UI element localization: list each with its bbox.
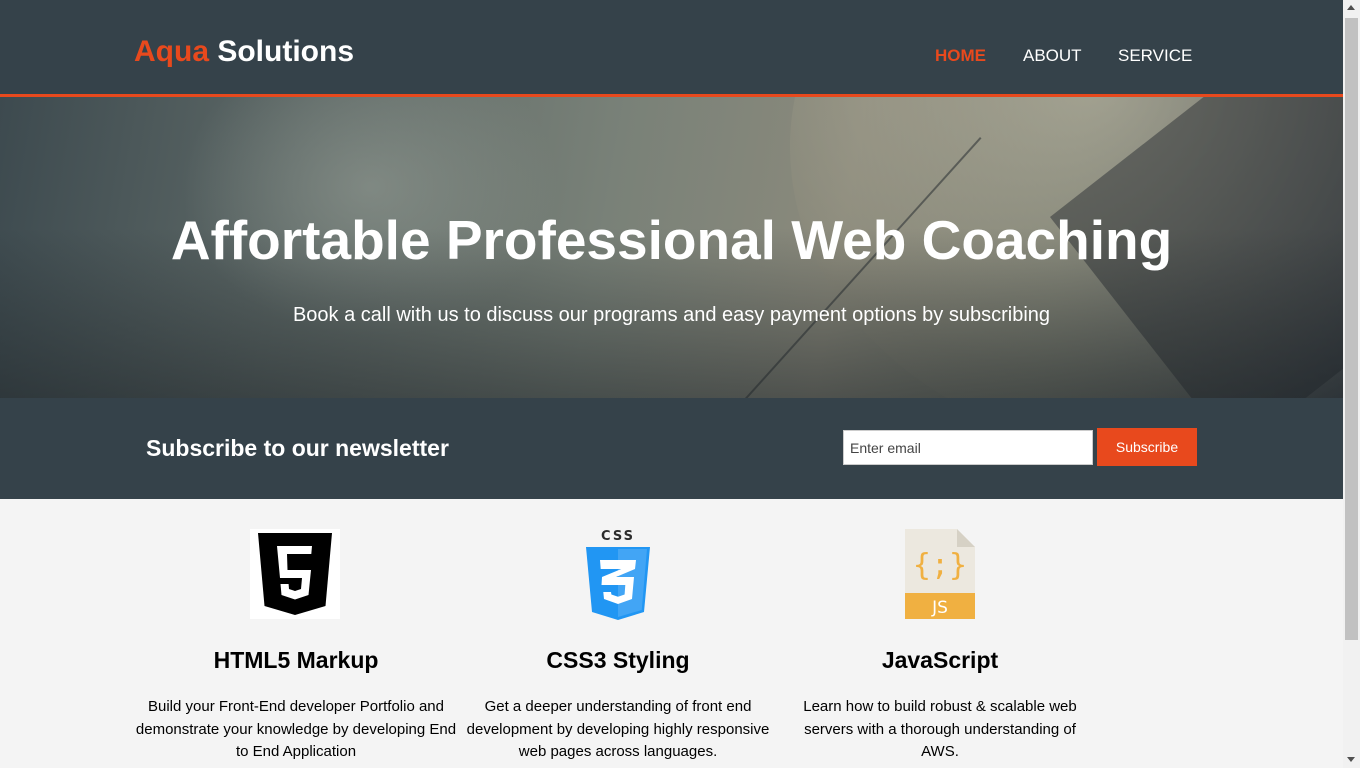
scroll-down-arrow-icon[interactable] [1347,757,1355,762]
css3-icon: CSS [584,529,652,626]
subscribe-button[interactable]: Subscribe [1097,428,1197,466]
html5-icon [250,529,340,624]
svg-text:JS: JS [931,598,948,618]
site-header: Aqua Solutions HOME ABOUT SERVICE [0,0,1343,97]
nav-link-about[interactable]: ABOUT [1023,46,1082,66]
email-input[interactable] [843,430,1093,465]
feature-title: JavaScript [881,647,999,673]
javascript-file-icon: JS {;} [905,529,975,624]
svg-text:{;}: {;} [913,548,967,583]
newsletter-heading: Subscribe to our newsletter [146,435,449,461]
feature-title: HTML5 Markup [213,647,379,673]
scrollbar-thumb[interactable] [1345,18,1358,640]
feature-text: Get a deeper understanding of front end … [466,698,770,760]
vertical-scrollbar[interactable] [1343,0,1360,768]
svg-text:CSS: CSS [601,529,635,544]
logo-text: Solutions [217,35,354,68]
scroll-up-arrow-icon[interactable] [1347,5,1355,10]
feature-text: Learn how to build robust & scalable web… [803,698,1077,760]
nav-link-home[interactable]: HOME [935,46,986,66]
site-logo[interactable]: Aqua Solutions [134,34,354,70]
feature-title: CSS3 Styling [546,647,690,673]
hero-subtitle: Book a call with us to discuss our progr… [292,304,1051,326]
nav-link-service[interactable]: SERVICE [1118,46,1192,66]
logo-highlight: Aqua [134,35,209,68]
hero-title: Affortable Professional Web Coaching [170,209,1173,271]
feature-text: Build your Front-End developer Portfolio… [135,698,457,760]
newsletter-section: Subscribe to our newsletter Subscribe [0,398,1343,499]
hero-banner: Affortable Professional Web Coaching Boo… [0,97,1343,398]
